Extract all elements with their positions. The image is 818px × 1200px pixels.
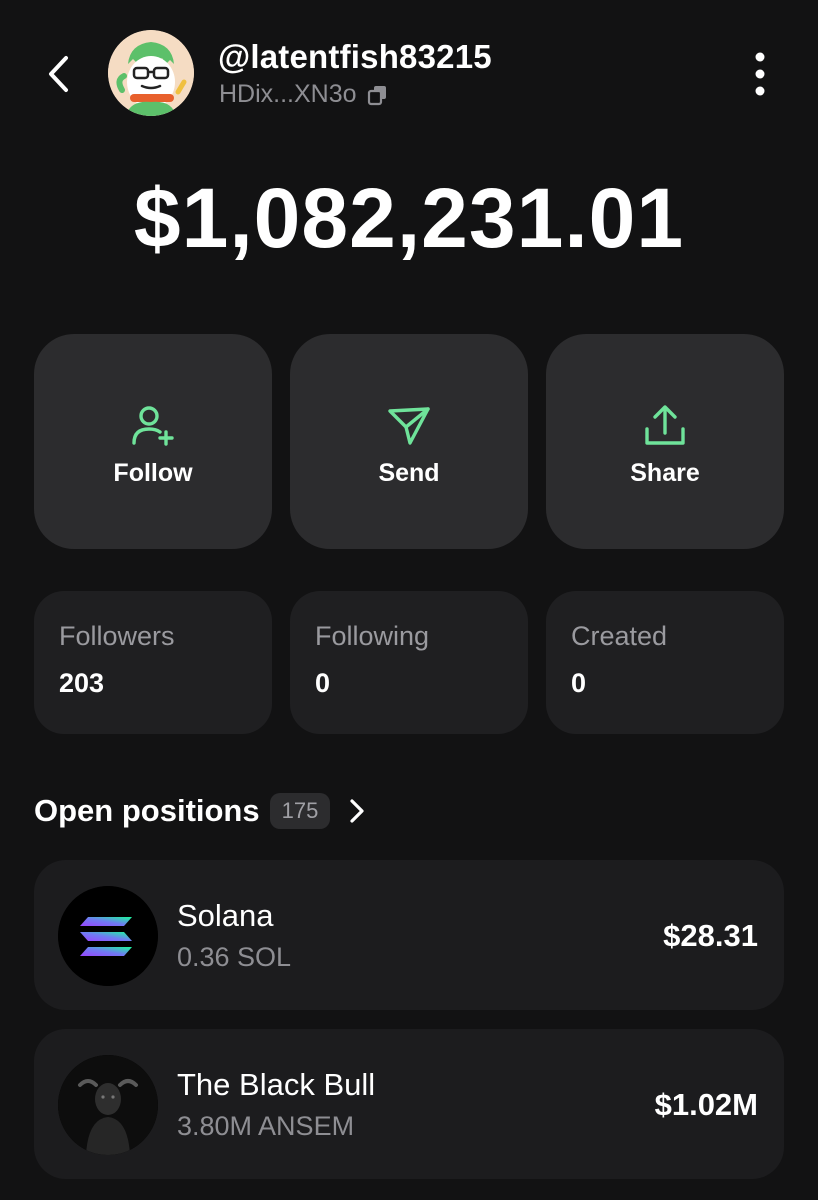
action-buttons: Follow Send Share	[34, 334, 784, 549]
following-stat[interactable]: Following 0	[290, 591, 528, 734]
wallet-address-row[interactable]: HDix...XN3o	[219, 80, 389, 109]
back-button[interactable]	[34, 50, 82, 98]
token-value: $28.31	[663, 918, 758, 953]
black-bull-logo	[58, 1055, 158, 1155]
chevron-right-icon	[350, 799, 364, 823]
more-vertical-icon	[755, 52, 765, 96]
profile-stats: Followers 203 Following 0 Created 0	[34, 591, 784, 734]
send-label: Send	[378, 459, 440, 487]
token-value: $1.02M	[654, 1087, 758, 1122]
stat-value: 0	[571, 668, 587, 698]
followers-stat[interactable]: Followers 203	[34, 591, 272, 734]
created-stat[interactable]: Created 0	[546, 591, 784, 734]
stat-value: 0	[315, 668, 331, 698]
follow-label: Follow	[113, 459, 193, 487]
open-positions-title: Open positions	[34, 793, 260, 828]
send-icon	[388, 407, 430, 445]
user-plus-icon	[132, 406, 174, 446]
send-button[interactable]: Send	[290, 334, 528, 549]
username: @latentfish83215	[218, 38, 492, 75]
follow-button[interactable]: Follow	[34, 334, 272, 549]
token-amount: 3.80M ANSEM	[177, 1111, 355, 1141]
chevron-left-icon	[49, 56, 68, 92]
position-row-black-bull[interactable]: The Black Bull 3.80M ANSEM $1.02M	[34, 1029, 784, 1179]
stat-label: Created	[571, 621, 668, 651]
solana-logo	[58, 886, 158, 986]
avatar[interactable]	[108, 30, 194, 116]
wallet-address: HDix...XN3o	[219, 80, 357, 108]
stat-label: Following	[315, 621, 430, 651]
positions-count-badge: 175	[269, 793, 331, 829]
copy-icon[interactable]	[367, 84, 389, 106]
stat-label: Followers	[59, 621, 175, 651]
open-positions-header[interactable]: Open positions 175	[34, 790, 368, 832]
token-amount: 0.36 SOL	[177, 942, 292, 972]
share-button[interactable]: Share	[546, 334, 784, 549]
token-name: The Black Bull	[177, 1067, 376, 1102]
token-name: Solana	[177, 898, 274, 933]
share-icon	[645, 405, 685, 445]
share-label: Share	[630, 459, 700, 487]
stat-value: 203	[59, 668, 105, 698]
more-options-button[interactable]	[736, 46, 784, 102]
position-row-solana[interactable]: Solana 0.36 SOL $28.31	[34, 860, 784, 1010]
avatar-character-icon	[108, 30, 194, 116]
portfolio-balance: $1,082,231.01	[133, 171, 685, 265]
profile-screen: @latentfish83215 HDix...XN3o $1,082,231.…	[0, 0, 818, 1200]
